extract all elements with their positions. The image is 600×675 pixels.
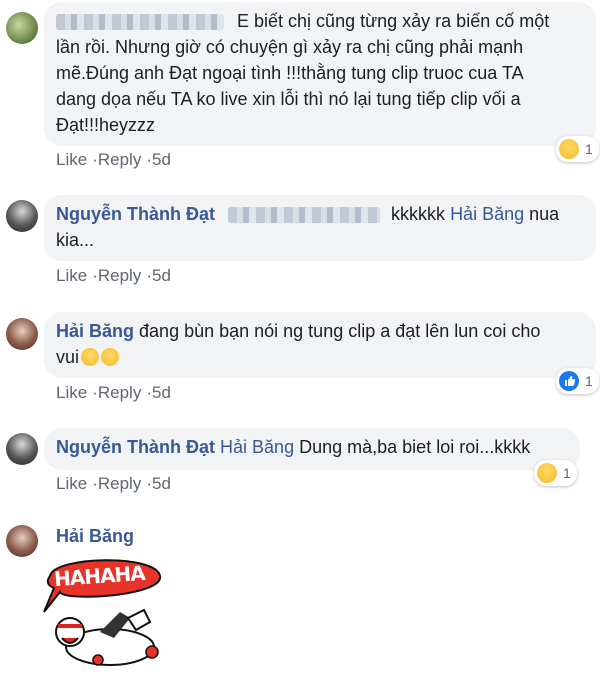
reply-link[interactable]: Reply — [98, 383, 141, 402]
comment-actions: Like ·Reply ·5d — [56, 474, 171, 493]
timestamp[interactable]: 5d — [152, 474, 171, 493]
author-name[interactable]: Hải Băng — [56, 321, 134, 341]
grimacing-emoji-icon — [101, 348, 120, 366]
reply-link[interactable]: Reply — [98, 266, 141, 285]
avatar[interactable] — [6, 525, 38, 557]
like-link[interactable]: Like — [56, 383, 87, 402]
comment-text: đang bùn bạn nói ng tung clip a đạt lên … — [139, 321, 541, 341]
avatar[interactable] — [6, 433, 38, 465]
comment-text: lần rồi. Nhưng giờ có chuyện gì xảy ra c… — [56, 37, 524, 57]
blurred-author-name — [56, 14, 224, 31]
avatar[interactable] — [6, 200, 38, 232]
author-name[interactable]: Nguyễn Thành Đạt — [56, 204, 215, 224]
like-link[interactable]: Like — [56, 474, 87, 493]
comment-text: Dung mà,ba biet loi roi...kkkk — [299, 437, 531, 457]
comment-bubble: Hải Băng đang bùn bạn nói ng tung clip a… — [44, 312, 596, 378]
reply-link[interactable]: Reply — [98, 474, 141, 493]
mention-link[interactable]: Hải Băng — [220, 437, 294, 457]
comment-text: mẽ.Đúng anh Đạt ngoại tình !!!thằng tung… — [56, 63, 524, 83]
comment-bubble: Nguyễn Thành Đạt kkkkkk Hải Băng nua kia… — [44, 195, 596, 261]
comment-text: vui — [56, 347, 80, 367]
haha-icon — [537, 463, 557, 483]
comment-text: dang dọa nếu TA ko live xin lỗi thì nó l… — [56, 89, 521, 109]
comment-text: nua — [529, 204, 560, 224]
comment-text: kkkkkk — [391, 204, 446, 224]
comment-text: E biết chị cũng từng xảy ra biến cố một — [237, 11, 550, 31]
avatar[interactable] — [6, 318, 38, 350]
tears-of-joy-emoji-icon — [81, 348, 100, 366]
like-link[interactable]: Like — [56, 266, 87, 285]
comment-actions: Like ·Reply ·5d — [56, 266, 171, 285]
author-name[interactable]: Nguyễn Thành Đạt — [56, 437, 215, 457]
like-link[interactable]: Like — [56, 150, 87, 169]
timestamp[interactable]: 5d — [152, 383, 171, 402]
comment-actions: Like ·Reply ·5d — [56, 150, 171, 169]
author-name[interactable]: Hải Băng — [56, 526, 134, 547]
comment-text: Đạt!!!heyzzz — [56, 115, 156, 135]
comment-bubble: Nguyễn Thành Đạt Hải Băng Dung mà,ba bie… — [44, 428, 580, 470]
reaction-count[interactable]: 1 — [534, 460, 577, 486]
laughing-sticker[interactable]: HAHAHA — [40, 552, 170, 670]
timestamp[interactable]: 5d — [152, 150, 171, 169]
timestamp[interactable]: 5d — [152, 266, 171, 285]
reaction-count[interactable]: 1 — [556, 136, 599, 162]
blurred-mention — [228, 207, 381, 224]
reply-link[interactable]: Reply — [98, 150, 141, 169]
like-icon — [559, 371, 579, 391]
haha-icon — [559, 139, 579, 159]
avatar[interactable] — [6, 12, 38, 44]
mention-link[interactable]: Hải Băng — [450, 204, 524, 224]
comment-actions: Like ·Reply ·5d — [56, 383, 171, 402]
comment-bubble: E biết chị cũng từng xảy ra biến cố một … — [44, 2, 596, 146]
comment-text: kia... — [56, 230, 95, 250]
reaction-count[interactable]: 1 — [556, 368, 599, 394]
